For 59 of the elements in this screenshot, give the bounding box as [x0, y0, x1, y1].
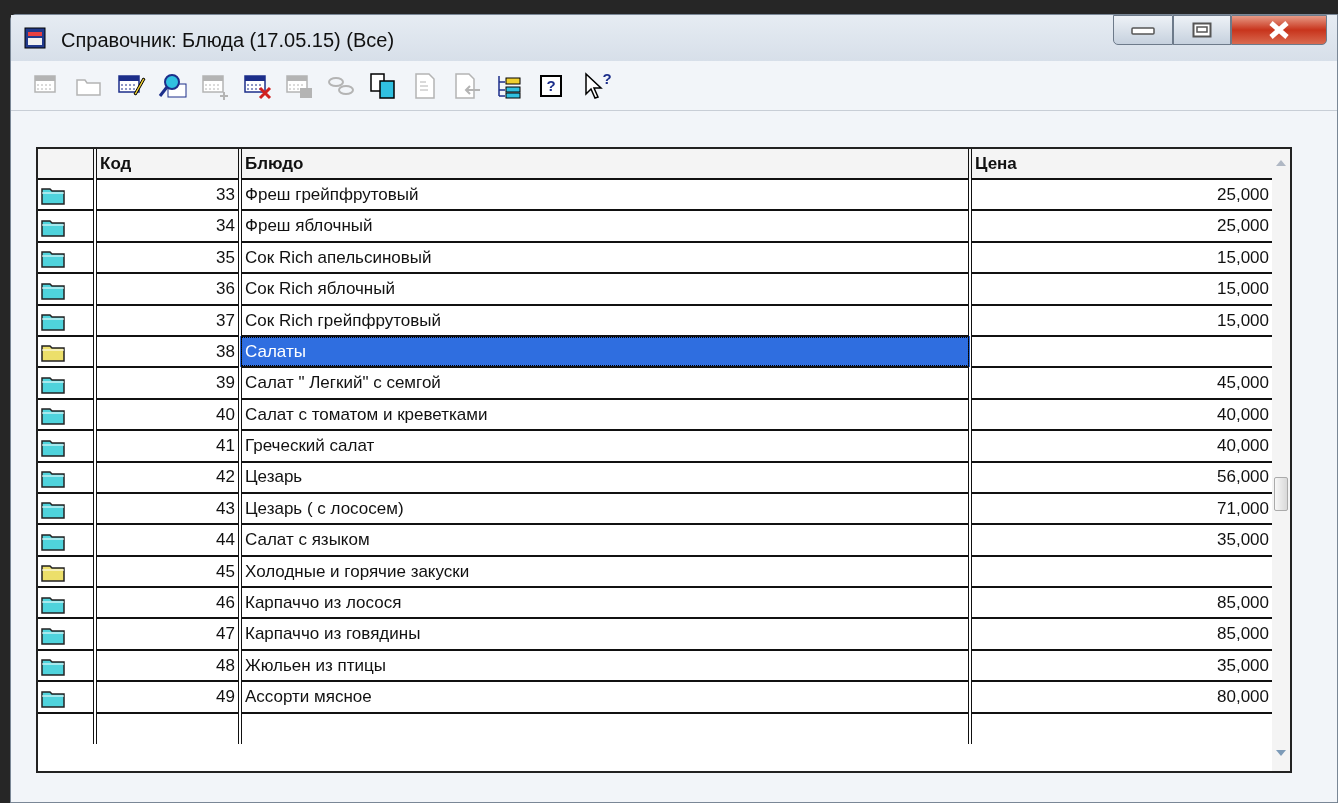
code-cell: 36 — [95, 273, 240, 305]
folder-icon — [41, 185, 65, 206]
code-cell: 41 — [95, 430, 240, 462]
scrollbar-thumb[interactable] — [1274, 476, 1288, 511]
dish-cell[interactable]: Холодные и горячие закуски — [240, 555, 970, 588]
scroll-up-icon — [1275, 159, 1287, 167]
dish-cell[interactable]: Фреш грейпфрутовый — [240, 179, 970, 211]
dish-cell[interactable]: Карпаччо из говядины — [240, 618, 970, 650]
dish-cell[interactable]: Салаты — [240, 335, 970, 368]
code-cell: 47 — [95, 618, 240, 650]
dish-cell[interactable]: Цезарь ( с лососем) — [240, 492, 970, 525]
folder-icon — [41, 342, 65, 363]
minimize-button[interactable] — [1113, 15, 1173, 45]
close-button[interactable] — [1231, 15, 1327, 45]
code-cell: 34 — [95, 210, 240, 242]
scroll-down-icon — [1275, 749, 1287, 757]
dish-cell[interactable]: Греческий салат — [240, 430, 970, 462]
minimize-icon — [1131, 25, 1155, 35]
column-header[interactable]: Код — [95, 149, 240, 179]
magnifier-icon — [158, 71, 188, 100]
dish-cell[interactable]: Салат с языком — [240, 524, 970, 556]
copy-icon — [368, 71, 398, 100]
code-cell: 46 — [95, 587, 240, 619]
app-icon — [23, 25, 49, 51]
folder-icon — [41, 405, 65, 426]
dish-cell[interactable]: Ассорти мясное — [240, 681, 970, 713]
code-cell: 48 — [95, 649, 240, 682]
dish-cell[interactable]: Салат с томатом и креветками — [240, 398, 970, 431]
folder-icon — [41, 311, 65, 331]
folder-icon — [41, 499, 65, 520]
column-header[interactable]: Цена — [970, 149, 1272, 179]
scrollbar[interactable] — [1272, 149, 1290, 771]
folder-icon — [41, 562, 65, 583]
column-header[interactable]: Блюдо — [240, 149, 970, 179]
window-title: Справочник: Блюда (17.05.15) (Все) — [61, 28, 395, 53]
toolbar-button[interactable]: ? — [535, 69, 567, 102]
dish-cell[interactable]: Карпаччо из лосося — [240, 587, 970, 619]
dish-cell[interactable]: Сок Rich апельсиновый — [240, 241, 970, 274]
dish-cell[interactable]: Жюльен из птицы — [240, 649, 970, 682]
code-cell: 40 — [95, 398, 240, 431]
folder-icon — [41, 656, 65, 677]
code-cell: 44 — [95, 524, 240, 556]
folder-icon — [41, 248, 65, 269]
code-cell: 42 — [95, 461, 240, 493]
code-cell: 33 — [95, 179, 240, 211]
code-cell: 39 — [95, 367, 240, 399]
dish-cell[interactable]: Сок Rich яблочный — [240, 273, 970, 305]
document-arrow-icon — [452, 71, 482, 100]
toolbar-button[interactable]: ? — [577, 69, 617, 102]
dish-cell[interactable]: Цезарь — [240, 461, 970, 493]
code-cell: 43 — [95, 492, 240, 525]
dish-cell[interactable]: Салат " Легкий" с семгой — [240, 367, 970, 399]
code-cell: 45 — [95, 555, 240, 588]
code-cell: 37 — [95, 304, 240, 336]
code-cell: 35 — [95, 241, 240, 274]
dish-cell[interactable]: Фреш яблочный — [240, 210, 970, 242]
code-cell: 49 — [95, 681, 240, 713]
maximize-icon — [1192, 22, 1212, 38]
maximize-button[interactable] — [1173, 15, 1231, 45]
